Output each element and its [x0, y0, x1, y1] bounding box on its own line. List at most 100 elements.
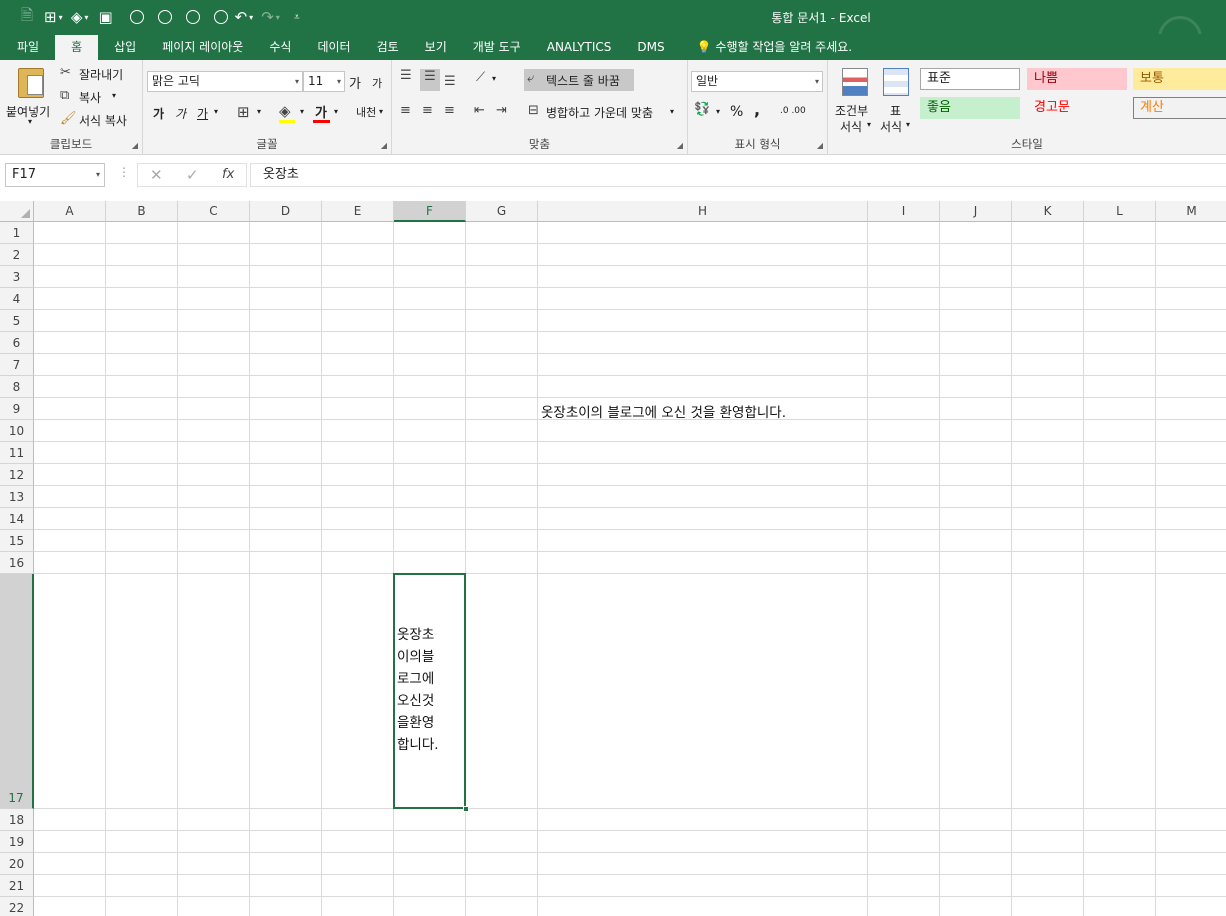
- fill-color-icon[interactable]: ◈: [279, 102, 291, 120]
- tab-review[interactable]: 검토: [364, 35, 412, 60]
- alignment-launcher-icon[interactable]: ◢: [677, 141, 683, 150]
- formula-input[interactable]: 옷장초: [250, 163, 1226, 187]
- column-header-c[interactable]: C: [178, 201, 250, 222]
- row-header-14[interactable]: 14: [0, 508, 34, 530]
- tell-me-box[interactable]: 💡 수행할 작업을 알려 주세요.: [684, 35, 865, 60]
- paste-button[interactable]: 붙여넣기 ▾: [4, 64, 56, 132]
- cell-style-3[interactable]: 보통: [1133, 68, 1226, 90]
- column-header-j[interactable]: J: [940, 201, 1012, 222]
- format-as-table-button[interactable]: 표 서식 ▾: [878, 64, 916, 134]
- column-header-l[interactable]: L: [1084, 201, 1156, 222]
- underline-dropdown-icon[interactable]: ▾: [214, 107, 218, 116]
- row-header-11[interactable]: 11: [0, 442, 34, 464]
- merge-center-button[interactable]: ⊟ 병합하고 가운데 맞춤 ▾: [526, 101, 681, 123]
- align-left-icon[interactable]: ≡: [400, 103, 411, 118]
- cell-style-5[interactable]: 경고문: [1027, 97, 1127, 119]
- tab-page-layout[interactable]: 페이지 레이아웃: [149, 35, 256, 60]
- column-header-g[interactable]: G: [466, 201, 538, 222]
- percent-button[interactable]: %: [730, 104, 743, 120]
- phonetic-button[interactable]: 내천: [356, 104, 376, 120]
- tab-data[interactable]: 데이터: [304, 35, 363, 60]
- underline-button[interactable]: 가: [197, 105, 208, 122]
- align-middle-icon[interactable]: ☰: [420, 69, 440, 91]
- borders-icon[interactable]: ⊞: [237, 103, 250, 121]
- row-header-12[interactable]: 12: [0, 464, 34, 486]
- column-header-k[interactable]: K: [1012, 201, 1084, 222]
- column-header-b[interactable]: B: [106, 201, 178, 222]
- select-all-button[interactable]: [0, 201, 34, 222]
- accounting-dropdown-icon[interactable]: ▾: [716, 107, 720, 116]
- column-header-e[interactable]: E: [322, 201, 394, 222]
- grow-font-button[interactable]: 가: [349, 73, 361, 92]
- clipboard-launcher-icon[interactable]: ◢: [132, 141, 138, 150]
- column-header-d[interactable]: D: [250, 201, 322, 222]
- column-header-m[interactable]: M: [1156, 201, 1226, 222]
- row-header-22[interactable]: 22: [0, 897, 34, 916]
- spreadsheet-grid[interactable]: A B C D E F G H I J K L M 1 2 3 4 5 6 7 8 9 10 11 12 13 14 15 16 17 18…: [0, 201, 1226, 916]
- conditional-format-button[interactable]: 조건부 서식 ▾: [833, 64, 875, 134]
- align-top-icon[interactable]: ☰: [400, 68, 412, 83]
- wrap-text-button[interactable]: ⤶ 텍스트 줄 바꿈: [524, 69, 634, 91]
- align-right-icon[interactable]: ≡: [444, 103, 455, 118]
- accounting-format-icon[interactable]: 💱: [694, 102, 710, 117]
- row-header-21[interactable]: 21: [0, 875, 34, 897]
- cell-style-1[interactable]: 표준: [920, 68, 1020, 90]
- insert-function-button[interactable]: fx: [222, 167, 234, 182]
- row-header-16[interactable]: 16: [0, 552, 34, 574]
- cell-style-2[interactable]: 나쁨: [1027, 68, 1127, 90]
- comma-button[interactable]: ,: [754, 100, 760, 119]
- tab-view[interactable]: 보기: [412, 35, 460, 60]
- tab-file[interactable]: 파일: [4, 35, 52, 60]
- cell-style-4[interactable]: 좋음: [920, 97, 1020, 119]
- column-header-i[interactable]: I: [868, 201, 940, 222]
- tab-analytics[interactable]: ANALYTICS: [534, 35, 625, 60]
- tab-formulas[interactable]: 수식: [256, 35, 304, 60]
- bold-button[interactable]: 가: [153, 105, 164, 122]
- copy-button[interactable]: ⧉ 복사 ▾: [60, 87, 130, 107]
- row-header-8[interactable]: 8: [0, 376, 34, 398]
- decrease-indent-icon[interactable]: ⇤: [474, 103, 485, 118]
- fill-color-dropdown-icon[interactable]: ▾: [300, 107, 304, 116]
- fill-handle[interactable]: [463, 806, 469, 812]
- number-launcher-icon[interactable]: ◢: [817, 141, 823, 150]
- row-header-3[interactable]: 3: [0, 266, 34, 288]
- row-header-20[interactable]: 20: [0, 853, 34, 875]
- row-header-2[interactable]: 2: [0, 244, 34, 266]
- tab-home[interactable]: 홈: [55, 35, 99, 60]
- row-header-1[interactable]: 1: [0, 222, 34, 244]
- tab-dms[interactable]: DMS: [624, 35, 677, 60]
- cell-style-6[interactable]: 계산: [1133, 97, 1226, 119]
- row-header-6[interactable]: 6: [0, 332, 34, 354]
- tab-developer[interactable]: 개발 도구: [460, 35, 534, 60]
- row-header-7[interactable]: 7: [0, 354, 34, 376]
- row-header-15[interactable]: 15: [0, 530, 34, 552]
- italic-button[interactable]: 가: [175, 105, 186, 122]
- font-color-button[interactable]: 가: [315, 102, 327, 121]
- shrink-font-button[interactable]: 가: [372, 75, 382, 91]
- row-header-13[interactable]: 13: [0, 486, 34, 508]
- decimal-buttons[interactable]: .0 .00: [780, 106, 806, 116]
- orientation-icon[interactable]: ⟋: [476, 70, 485, 85]
- name-box[interactable]: F17 ▾: [5, 163, 105, 187]
- row-header-19[interactable]: 19: [0, 831, 34, 853]
- cell-h9[interactable]: 옷장초이의 블로그에 오신 것을 환영합니다.: [541, 401, 786, 421]
- number-format-select[interactable]: 일반 ▾: [691, 71, 823, 92]
- column-header-a[interactable]: A: [34, 201, 106, 222]
- align-bottom-icon[interactable]: ☰: [444, 74, 456, 89]
- row-header-5[interactable]: 5: [0, 310, 34, 332]
- row-header-17[interactable]: 17: [0, 574, 34, 809]
- row-header-10[interactable]: 10: [0, 420, 34, 442]
- column-header-h[interactable]: H: [538, 201, 868, 222]
- row-header-18[interactable]: 18: [0, 809, 34, 831]
- row-header-4[interactable]: 4: [0, 288, 34, 310]
- font-name-select[interactable]: 맑은 고딕 ▾: [147, 71, 303, 92]
- increase-indent-icon[interactable]: ⇥: [496, 103, 507, 118]
- phonetic-dropdown-icon[interactable]: ▾: [379, 107, 383, 116]
- font-launcher-icon[interactable]: ◢: [381, 141, 387, 150]
- font-color-dropdown-icon[interactable]: ▾: [334, 107, 338, 116]
- column-header-f[interactable]: F: [394, 201, 466, 222]
- font-size-select[interactable]: 11 ▾: [303, 71, 345, 92]
- borders-dropdown-icon[interactable]: ▾: [257, 107, 261, 116]
- orientation-dropdown-icon[interactable]: ▾: [492, 74, 496, 83]
- align-center-icon[interactable]: ≡: [422, 103, 433, 118]
